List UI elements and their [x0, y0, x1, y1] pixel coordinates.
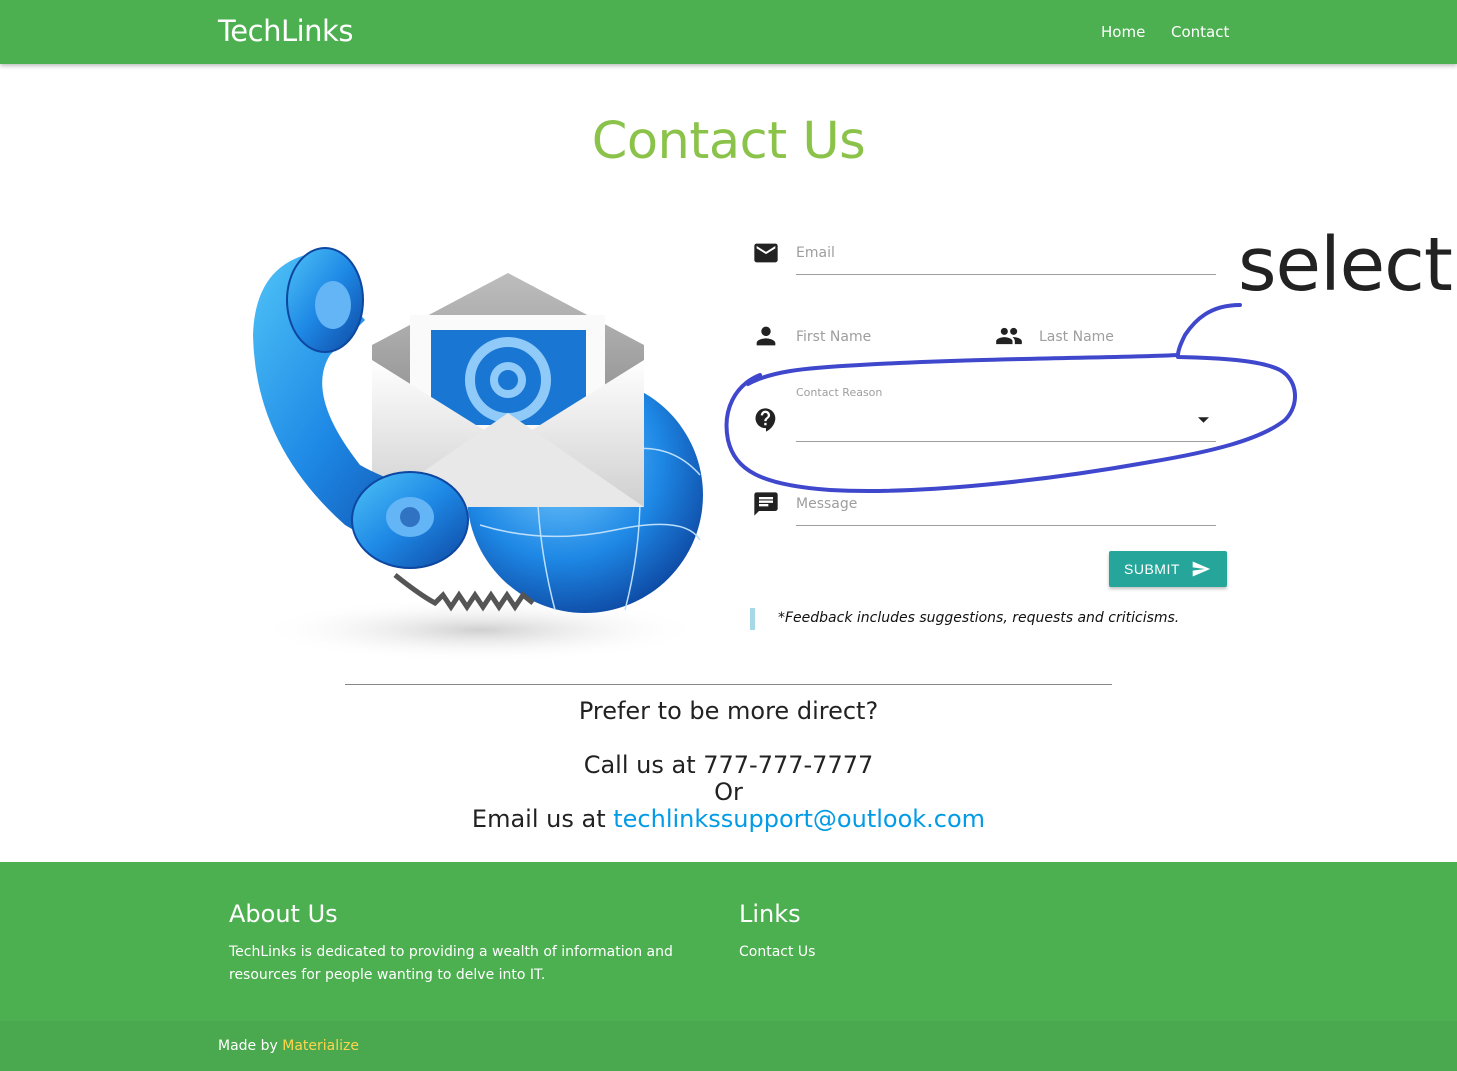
email-underline: [796, 274, 1216, 275]
section-divider: [345, 684, 1112, 685]
or-text: Or: [714, 778, 743, 806]
direct-heading: Prefer to be more direct?: [578, 697, 879, 725]
contact-illustration: [253, 247, 705, 662]
made-by-prefix: Made by: [218, 1038, 278, 1054]
message-textarea[interactable]: Message: [796, 496, 857, 512]
footer-links-title: Links: [739, 900, 801, 928]
email-input[interactable]: Email: [796, 245, 835, 261]
help-icon: [755, 408, 776, 432]
nav-link-contact[interactable]: Contact: [1171, 23, 1229, 41]
annotation-select-text: select: [1238, 222, 1453, 308]
email-us-prefix: Email us at: [471, 805, 606, 833]
contact-reason-select[interactable]: [796, 405, 1216, 435]
materialize-link[interactable]: Materialize: [282, 1038, 359, 1054]
footer-copyright: Made by Materialize: [0, 1021, 1457, 1071]
support-email-link[interactable]: techlinkssupport@outlook.com: [613, 805, 985, 833]
dropdown-arrow-icon: [1198, 417, 1209, 423]
blockquote-bar: [750, 608, 755, 630]
submit-button[interactable]: SUBMIT: [1109, 551, 1227, 587]
footer-link-contact-us[interactable]: Contact Us: [739, 941, 815, 964]
email-icon: [754, 243, 778, 263]
email-us-line: Email us at techlinkssupport@outlook.com: [0, 805, 1457, 833]
send-icon: [1192, 561, 1211, 577]
footer-about-text: TechLinks is dedicated to providing a we…: [229, 944, 673, 983]
made-by-text: Made by Materialize: [218, 1038, 359, 1054]
contact-reason-underline: [796, 441, 1216, 442]
page-title: Contact Us: [591, 112, 866, 171]
first-name-input[interactable]: First Name: [796, 329, 871, 345]
feedback-note: *Feedback includes suggestions, requests…: [778, 610, 1180, 626]
navbar: TechLinks Home Contact: [0, 0, 1457, 64]
message-underline: [796, 525, 1216, 526]
last-name-input[interactable]: Last Name: [1039, 329, 1114, 345]
call-us-text: Call us at 777-777-7777: [583, 751, 874, 779]
nav-link-home[interactable]: Home: [1101, 23, 1145, 41]
submit-label: SUBMIT: [1124, 561, 1180, 577]
footer: About Us TechLinks is dedicated to provi…: [0, 862, 1457, 1021]
footer-about-title: About Us: [229, 900, 338, 928]
person-icon: [756, 326, 776, 346]
people-icon: [996, 327, 1022, 345]
message-icon: [754, 492, 778, 516]
contact-reason-label: Contact Reason: [796, 386, 883, 399]
brand-logo[interactable]: TechLinks: [218, 14, 353, 48]
